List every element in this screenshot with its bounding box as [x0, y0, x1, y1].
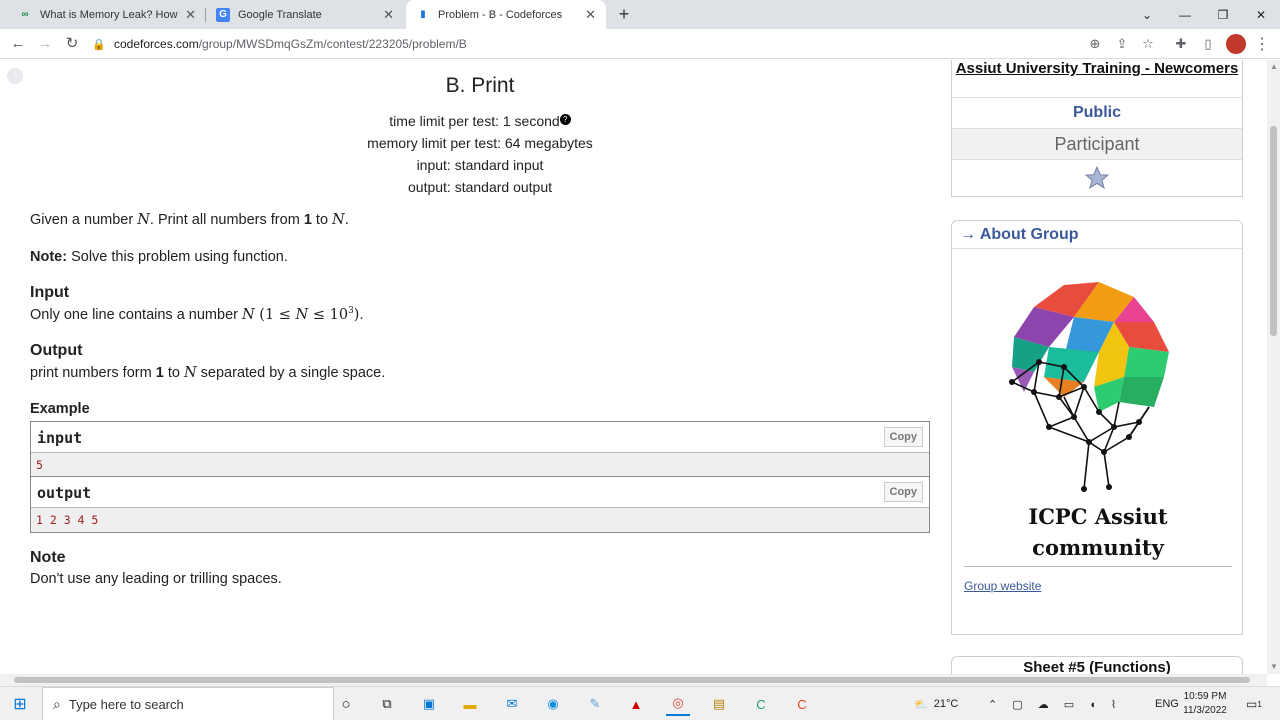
- example-title: Example: [30, 401, 90, 417]
- lock-icon: 🔒: [92, 39, 106, 51]
- logo-text-line2: community: [1032, 535, 1164, 560]
- group-name-link[interactable]: Assiut University Training - Newcomers: [952, 60, 1242, 98]
- problem-note-line: Note: Solve this problem using function.: [30, 249, 288, 265]
- codeforces-icon: ▮: [420, 9, 426, 20]
- windows-taskbar: ⊞ ⌕ Type here to search ○ ⧉ ▣ ▬ ✉ ◉ ✎ ▲ …: [0, 686, 1280, 720]
- output-specification: print numbers form 1 to N separated by a…: [30, 365, 386, 381]
- vertical-scroll-thumb[interactable]: [1270, 126, 1277, 336]
- bookmark-star-icon[interactable]: ☆: [1139, 35, 1157, 53]
- tab-google-translate[interactable]: G Google Translate ✕: [206, 0, 404, 29]
- taskbar-clock[interactable]: 10:59 PM 11/3/2022: [1180, 690, 1230, 718]
- codeblocks-icon[interactable]: C: [790, 692, 814, 716]
- reload-button[interactable]: ↻: [62, 34, 82, 54]
- mail-icon[interactable]: ✉: [500, 692, 524, 716]
- output-section-title: Output: [30, 342, 83, 359]
- input-file: input: standard input: [416, 157, 544, 173]
- profile-avatar[interactable]: [1226, 34, 1246, 54]
- edge-icon[interactable]: ◉: [541, 692, 565, 716]
- new-tab-button[interactable]: +: [614, 4, 634, 24]
- minimize-button[interactable]: —: [1166, 0, 1204, 29]
- windows-start-icon[interactable]: ⊞: [8, 692, 32, 716]
- logo-text-line1: ICPC Assiut: [1028, 504, 1168, 529]
- icpc-assiut-logo: ICPC Assiut community: [952, 249, 1242, 594]
- time-limit: time limit per test: 1 second?: [30, 110, 930, 132]
- scroll-up-icon[interactable]: ↑: [7, 68, 23, 84]
- sample-input-block: input Copy 5: [30, 421, 930, 478]
- close-window-button[interactable]: ✕: [1242, 0, 1280, 29]
- input-section-title: Input: [30, 284, 70, 301]
- input-specification: Only one line contains a number N (1 ≤ N…: [30, 306, 364, 323]
- vertical-scrollbar[interactable]: ▲ ▼: [1267, 60, 1280, 674]
- help-question-icon[interactable]: ?: [559, 114, 571, 125]
- tab-favicon-icon: ∞: [21, 9, 29, 20]
- group-info-box: Assiut University Training - Newcomers P…: [951, 60, 1243, 197]
- output-file: output: standard output: [408, 179, 552, 195]
- scroll-up-arrow-icon[interactable]: ▲: [1270, 62, 1278, 71]
- memory-limit: memory limit per test: 64 megabytes: [367, 135, 593, 151]
- file-explorer-icon[interactable]: ▬: [458, 692, 482, 716]
- input-language[interactable]: ENG: [1155, 687, 1179, 720]
- notifications-icon[interactable]: ▭ 1: [1246, 687, 1262, 720]
- tab-search-chevron-icon[interactable]: ⌄: [1128, 0, 1166, 29]
- brain-logo-icon: [1009, 282, 1169, 492]
- acrobat-icon[interactable]: ▲: [624, 692, 648, 716]
- search-icon: ⌕: [53, 695, 61, 712]
- browser-menu-icon[interactable]: ⋮: [1254, 34, 1270, 54]
- share-icon[interactable]: ⇪: [1113, 35, 1131, 53]
- address-bar[interactable]: 🔒 codeforces.com/group/MWSDmqGsZm/contes…: [92, 32, 1102, 56]
- winrar-icon[interactable]: ▤: [707, 692, 731, 716]
- zoom-icon[interactable]: ⊕: [1086, 35, 1104, 53]
- about-group-box: → About Group ICPC Assiut community Grou…: [951, 220, 1243, 635]
- back-button[interactable]: ←: [8, 34, 28, 54]
- taskbar-search-box[interactable]: ⌕ Type here to search: [42, 687, 334, 720]
- scroll-down-arrow-icon[interactable]: ▼: [1270, 662, 1278, 671]
- task-view-icon[interactable]: ⧉: [375, 692, 399, 716]
- tab-codeforces-problem[interactable]: ▮ Problem - B - Codeforces ✕: [406, 0, 606, 29]
- close-tab-icon[interactable]: ✕: [585, 7, 596, 23]
- browser-tab-strip: ∞ What is Memory Leak? How can ✕ G Googl…: [0, 0, 1280, 29]
- sample-output-text[interactable]: 1 2 3 4 5: [31, 508, 929, 532]
- problem-legend: Given a number N. Print all numbers from…: [30, 212, 349, 228]
- browser-toolbar: ← → ↻ 🔒 codeforces.com/group/MWSDmqGsZm/…: [0, 29, 1280, 59]
- favourite-star-icon[interactable]: [952, 160, 1242, 196]
- note-text: Don't use any leading or trilling spaces…: [30, 571, 282, 587]
- sheet-5-box-title[interactable]: Sheet #5 (Functions): [951, 656, 1243, 674]
- store-icon[interactable]: ▣: [417, 692, 441, 716]
- extensions-icon[interactable]: ✚: [1172, 35, 1190, 53]
- sample-output-label: output: [37, 484, 92, 502]
- group-website-link[interactable]: Group website: [964, 579, 1041, 593]
- weather-widget[interactable]: ⛅ 21°C: [914, 687, 958, 720]
- divider: [964, 566, 1232, 567]
- note-section-title: Note: [30, 549, 66, 566]
- pen-app-icon[interactable]: ✎: [583, 692, 607, 716]
- group-role: Participant: [952, 129, 1242, 160]
- system-tray-icons[interactable]: ⌃ ▢ ☁ ▭ ◖ ⌇: [988, 687, 1122, 720]
- about-group-title: → About Group: [952, 221, 1242, 249]
- close-tab-icon[interactable]: ✕: [185, 7, 196, 23]
- sample-output-block: output Copy 1 2 3 4 5: [30, 476, 930, 533]
- tab-memory-leak[interactable]: ∞ What is Memory Leak? How can ✕: [8, 0, 206, 29]
- sample-input-label: input: [37, 429, 83, 447]
- copy-input-button[interactable]: Copy: [883, 427, 923, 447]
- code-editor-icon[interactable]: C: [749, 692, 773, 716]
- cortana-icon[interactable]: ○: [334, 692, 358, 716]
- group-visibility: Public: [952, 98, 1242, 129]
- problem-limits: time limit per test: 1 second? memory li…: [30, 110, 930, 198]
- forward-button[interactable]: →: [35, 34, 55, 54]
- horizontal-scrollbar[interactable]: [0, 674, 1267, 686]
- side-panel-icon[interactable]: ▯: [1199, 35, 1217, 53]
- google-translate-icon: G: [216, 7, 230, 22]
- problem-title: B. Print: [445, 74, 515, 97]
- sample-input-text[interactable]: 5: [31, 453, 929, 477]
- close-tab-icon[interactable]: ✕: [383, 7, 394, 23]
- weather-icon: ⛅: [914, 698, 928, 711]
- chrome-icon[interactable]: ◎: [666, 692, 690, 716]
- copy-output-button[interactable]: Copy: [883, 482, 923, 502]
- page-viewport: ↑ B. Print time limit per test: 1 second…: [0, 60, 1267, 674]
- horizontal-scroll-thumb[interactable]: [14, 677, 1250, 683]
- maximize-button[interactable]: ❐: [1204, 0, 1242, 29]
